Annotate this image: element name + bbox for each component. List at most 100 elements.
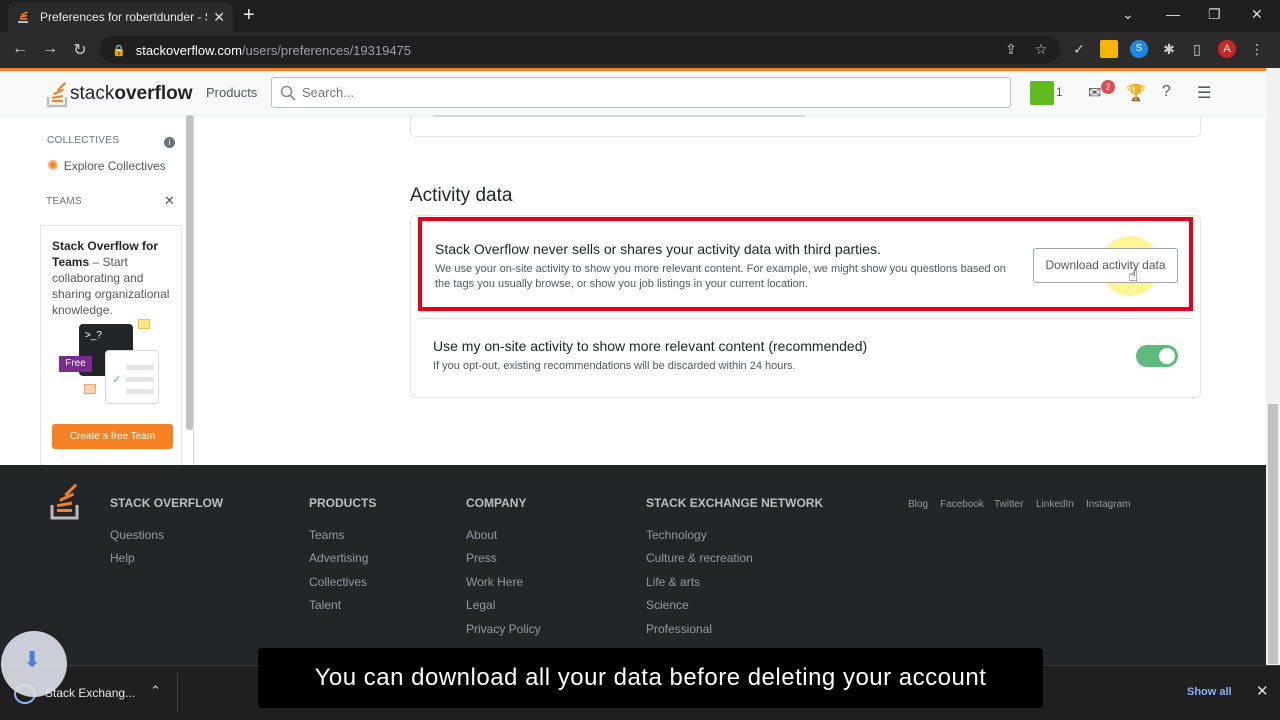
download-animation-bubble: ⬇	[1, 631, 67, 697]
so-logo-icon	[46, 82, 68, 108]
inbox-icon[interactable]: ✉	[1088, 83, 1101, 103]
video-caption: You can download all your data before de…	[258, 648, 1043, 708]
use-activity-description: If you opt-out, existing recommendations…	[433, 360, 796, 372]
footer-link[interactable]: Science	[646, 598, 689, 612]
profile-avatar[interactable]: A	[1218, 40, 1236, 58]
url-host: stackoverflow.com	[135, 42, 242, 58]
footer-link[interactable]: About	[466, 528, 497, 542]
footer-link[interactable]: Culture & recreation	[646, 551, 753, 565]
teams-promo-text: Stack Overflow for Teams – Start collabo…	[52, 238, 177, 318]
user-avatar[interactable]	[1030, 81, 1054, 105]
minimize-icon[interactable]: —	[1166, 6, 1180, 22]
teams-heading: TEAMS	[46, 196, 82, 207]
tab-search-icon[interactable]: ⌄	[1122, 6, 1134, 23]
check-icon: ✓	[112, 374, 122, 386]
back-icon[interactable]: ←	[10, 40, 30, 58]
collectives-icon: ✺	[47, 157, 59, 173]
explore-collectives-label: Explore Collectives	[63, 158, 166, 173]
footer-link[interactable]: Questions	[110, 528, 164, 542]
reputation-count: 1	[1056, 85, 1063, 99]
footer-link[interactable]: Press	[466, 551, 497, 565]
search-box[interactable]	[271, 77, 1011, 108]
hand-cursor-icon: ☝	[1128, 266, 1139, 285]
download-item-label[interactable]: Stack Exchang...	[45, 686, 135, 700]
toggle-knob	[1159, 348, 1175, 364]
page-scrollbar[interactable]	[1266, 68, 1280, 665]
footer-link[interactable]: Collectives	[309, 575, 367, 589]
site-switcher-icon[interactable]: ☰	[1197, 83, 1211, 103]
footer-social-twitter[interactable]: Twitter	[994, 499, 1023, 510]
downloads-bar-close-icon[interactable]: ✕	[1256, 682, 1269, 700]
teams-dismiss-icon[interactable]: ✕	[164, 193, 175, 209]
footer-link[interactable]: Technology	[646, 528, 707, 542]
info-icon[interactable]: i	[164, 137, 175, 148]
inbox-badge: 2	[1101, 80, 1115, 94]
help-icon[interactable]: ?	[1162, 83, 1171, 101]
footer-col-company-heading[interactable]: COMPANY	[466, 496, 526, 510]
url-path: /users/preferences/19319475	[241, 42, 412, 58]
footer-social-blog[interactable]: Blog	[908, 499, 928, 510]
footer-link[interactable]: Advertising	[309, 551, 368, 565]
new-tab-button[interactable]: +	[243, 5, 255, 25]
footer-col-network-heading[interactable]: STACK EXCHANGE NETWORK	[646, 496, 823, 510]
sells-description: We use your on-site activity to show you…	[435, 263, 1006, 290]
logo-text-bold: overflow	[114, 83, 193, 104]
footer-so-logo-icon[interactable]	[50, 483, 80, 521]
footer-link[interactable]: Help	[110, 551, 135, 565]
previous-settings-card	[410, 115, 1201, 137]
browser-menu-icon[interactable]: ⋮	[1248, 40, 1266, 58]
extension-icon[interactable]	[1100, 40, 1118, 58]
free-badge: Free	[59, 356, 92, 372]
footer-link[interactable]: Work Here	[466, 575, 523, 589]
footer-link[interactable]: Teams	[309, 528, 344, 542]
forward-icon[interactable]: →	[40, 40, 60, 58]
download-arrow-icon: ⬇	[23, 647, 42, 672]
sidebar-scrollbar[interactable]	[186, 115, 193, 430]
download-activity-data-button[interactable]: Download activity data	[1033, 248, 1178, 283]
card-divider	[418, 318, 1193, 319]
download-chevron-up-icon[interactable]: ⌃	[150, 683, 161, 699]
tab-close-icon[interactable]: ✕	[213, 9, 225, 26]
sells-statement: Stack Overflow never sells or shares you…	[435, 241, 881, 257]
search-input[interactable]	[302, 85, 1010, 100]
products-nav-link[interactable]: Products	[206, 85, 257, 100]
use-activity-toggle[interactable]	[1136, 345, 1178, 367]
page-scrollbar-thumb[interactable]	[1268, 404, 1278, 664]
achievements-trophy-icon[interactable]: 🏆	[1126, 83, 1146, 103]
address-bar[interactable]: 🔒 stackoverflow.com/users/preferences/19…	[100, 36, 1060, 64]
browser-tab[interactable]: Preferences for robertdunder - St ✕	[8, 2, 233, 32]
footer-social-instagram[interactable]: Instagram	[1086, 499, 1130, 510]
footer-link[interactable]: Professional	[646, 622, 712, 636]
share-icon[interactable]: ⇪	[1002, 40, 1020, 58]
footer-link[interactable]: Legal	[466, 598, 495, 612]
left-sidebar: COLLECTIVES i ✺ Explore Collectives TEAM…	[0, 115, 194, 465]
teams-promo-card: Stack Overflow for Teams – Start collabo…	[40, 225, 182, 465]
extension-check-icon[interactable]: ✓	[1070, 40, 1088, 58]
footer-social-facebook[interactable]: Facebook	[940, 499, 984, 510]
footer-link[interactable]: Talent	[309, 598, 341, 612]
footer-link[interactable]: Privacy Policy	[466, 622, 541, 636]
footer-link[interactable]: Life & arts	[646, 575, 700, 589]
restore-icon[interactable]: ❐	[1208, 6, 1221, 23]
site-footer: STACK OVERFLOW Questions Help PRODUCTS T…	[0, 465, 1266, 665]
tab-title: Preferences for robertdunder - St	[40, 10, 208, 24]
so-logo[interactable]: stack overflow	[46, 79, 192, 109]
use-activity-label: Use my on-site activity to show more rel…	[433, 338, 868, 354]
checklist-illustration: ✓	[105, 350, 159, 404]
side-panel-icon[interactable]: ▯	[1188, 40, 1206, 58]
puzzle-extensions-icon[interactable]: ✱	[1160, 40, 1178, 58]
browser-tab-bar: Preferences for robertdunder - St ✕ + ⌄ …	[0, 0, 1280, 32]
extension-s-icon[interactable]: S	[1130, 40, 1148, 58]
window-close-icon[interactable]: ✕	[1251, 6, 1263, 23]
footer-col-products-heading[interactable]: PRODUCTS	[309, 496, 376, 510]
speech-bubble-icon	[138, 319, 150, 329]
footer-social-linkedin[interactable]: LinkedIn	[1036, 499, 1074, 510]
create-free-team-button[interactable]: Create a free Team	[52, 424, 173, 449]
so-header: stackoverflow Products 1 ✉ 2 🏆 ? ☰	[0, 68, 1266, 115]
explore-collectives-link[interactable]: ✺ Explore Collectives	[47, 157, 166, 174]
show-all-downloads-link[interactable]: Show all	[1187, 686, 1232, 698]
footer-col-stackoverflow-heading[interactable]: STACK OVERFLOW	[110, 496, 223, 510]
activity-data-heading: Activity data	[410, 185, 513, 206]
bookmark-star-icon[interactable]: ☆	[1032, 40, 1050, 58]
reload-icon[interactable]: ↻	[70, 40, 90, 60]
